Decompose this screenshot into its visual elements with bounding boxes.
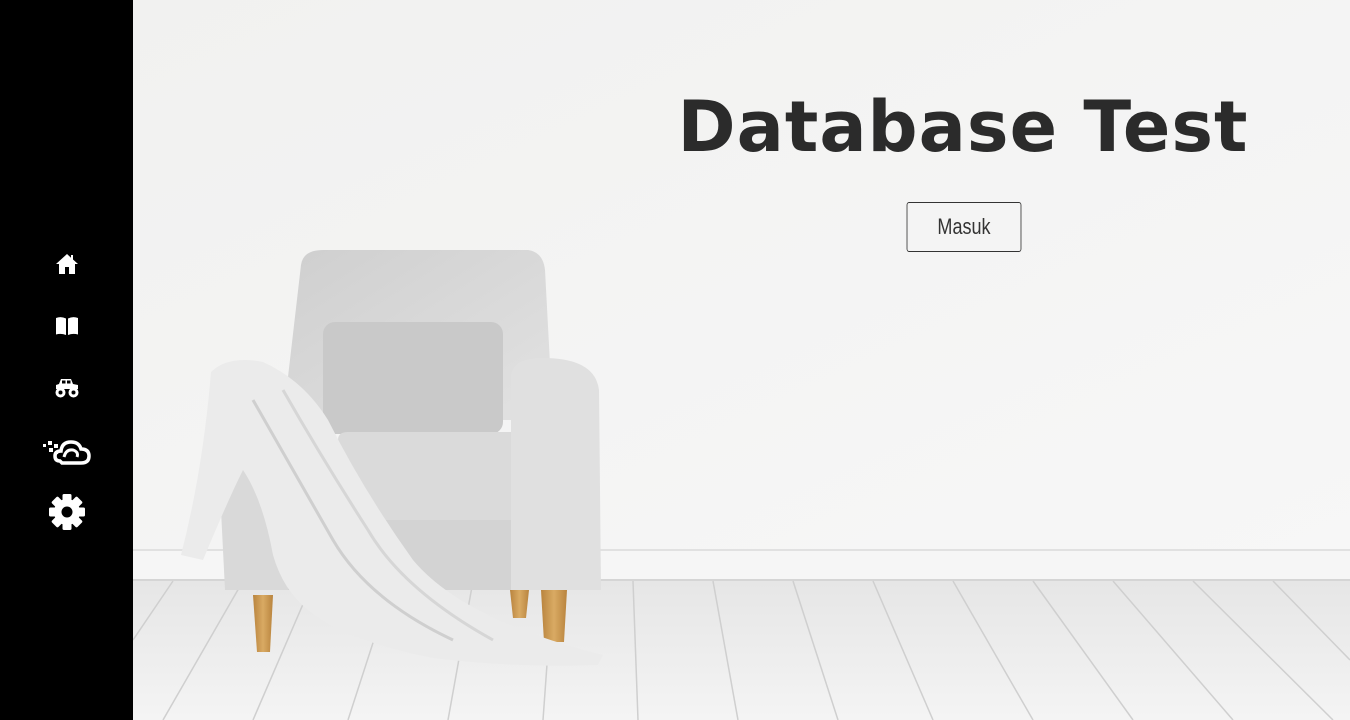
sidebar-item-home[interactable] [0, 250, 133, 278]
page-title: Database Test [677, 86, 1249, 168]
main-content: Database Test Masuk [133, 0, 1350, 720]
sidebar-item-truck[interactable] [0, 374, 133, 402]
sidebar-item-settings[interactable] [0, 492, 133, 532]
app-window: Database Test Masuk [0, 0, 1350, 720]
sidebar [0, 0, 133, 720]
enter-button[interactable]: Masuk [906, 202, 1022, 252]
book-icon [55, 316, 79, 336]
monster-truck-icon [54, 377, 80, 399]
cloud-data-icon [42, 435, 92, 469]
gear-icon [48, 493, 86, 531]
sidebar-item-book[interactable] [0, 312, 133, 340]
sidebar-item-cloud[interactable] [0, 434, 133, 470]
home-icon [55, 253, 79, 275]
